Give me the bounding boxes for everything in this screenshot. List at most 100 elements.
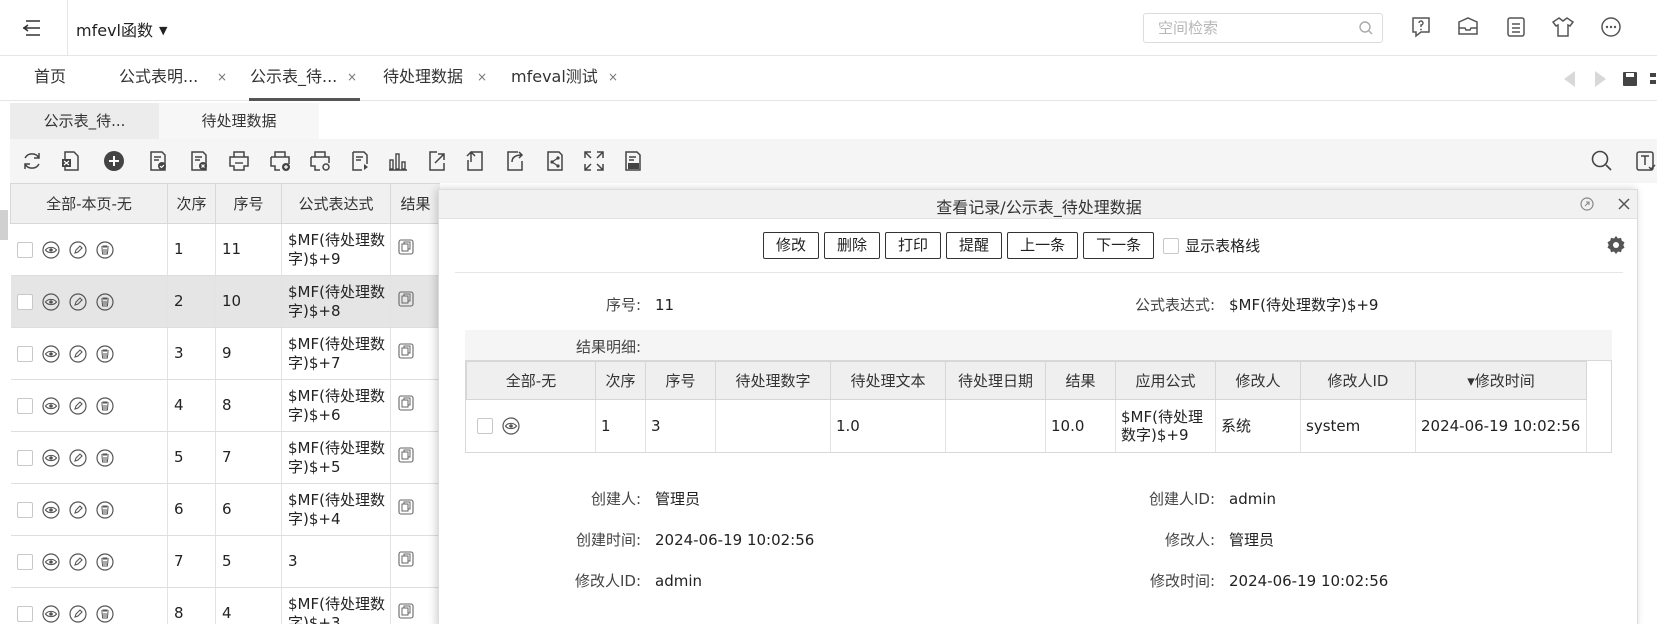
column-header-result[interactable]: 结果 (390, 183, 440, 224)
fullscreen-icon[interactable] (582, 149, 606, 173)
view-icon[interactable] (41, 396, 60, 415)
column-header-pending-number[interactable]: 待处理数字 (715, 361, 831, 400)
row-checkbox[interactable] (16, 345, 33, 362)
row-checkbox[interactable] (16, 293, 33, 310)
delete-icon[interactable] (95, 500, 114, 519)
column-header-formula[interactable]: 公式表达式 (281, 183, 391, 224)
view-icon[interactable] (41, 240, 60, 259)
view-icon[interactable] (41, 344, 60, 363)
column-header-order[interactable]: 次序 (595, 361, 646, 400)
copy-icon[interactable] (397, 602, 415, 620)
print-add-icon[interactable] (268, 149, 292, 173)
view-icon[interactable] (501, 417, 520, 435)
column-header-applied-formula[interactable]: 应用公式 (1115, 361, 1216, 400)
delete-icon[interactable] (95, 448, 114, 467)
subtab-formula-pending[interactable]: 公示表_待... (10, 103, 159, 139)
api-icon[interactable] (621, 149, 645, 173)
copy-icon[interactable] (397, 238, 415, 256)
column-header-result[interactable]: 结果 (1045, 361, 1116, 400)
tab-pending-data[interactable]: 待处理数据 × (383, 56, 493, 101)
row-checkbox[interactable] (16, 397, 33, 414)
chart-icon[interactable] (386, 149, 410, 173)
edit-icon[interactable] (68, 240, 87, 259)
search-icon[interactable] (1358, 20, 1374, 36)
table-row[interactable]: 1 3 1.0 10.0 $MF(待处理数字)$+9 系统 system 2024-06-19… (466, 399, 1587, 452)
notes-icon[interactable] (1503, 14, 1529, 40)
maximize-icon[interactable] (1579, 196, 1595, 212)
delete-icon[interactable] (95, 344, 114, 363)
column-header-pending-text[interactable]: 待处理文本 (830, 361, 946, 400)
close-icon[interactable]: × (347, 56, 357, 98)
copy-icon[interactable] (397, 394, 415, 412)
column-header-modifier-id[interactable]: 修改人ID (1300, 361, 1416, 400)
undo-doc-icon[interactable] (463, 149, 487, 173)
menu-collapse-icon[interactable] (20, 16, 44, 40)
view-icon[interactable] (41, 500, 60, 519)
tab-formula-table[interactable]: 公式表明... × (119, 56, 229, 101)
table-row[interactable]: 6 6 $MF(待处理数字)$+4 (10, 483, 440, 536)
table-row[interactable]: 4 8 $MF(待处理数字)$+6 (10, 379, 440, 432)
gear-icon[interactable] (1605, 234, 1627, 256)
delete-icon[interactable] (95, 396, 114, 415)
row-checkbox[interactable] (16, 449, 33, 466)
approve-doc-icon[interactable] (146, 149, 170, 173)
delete-icon[interactable] (95, 292, 114, 311)
select-all-header[interactable]: 全部-无 (466, 361, 596, 400)
print-settings-icon[interactable] (308, 149, 332, 173)
column-header-modified-time[interactable]: ▾修改时间 (1415, 361, 1587, 400)
column-header-pending-date[interactable]: 待处理日期 (945, 361, 1046, 400)
checkbox[interactable] (1163, 237, 1180, 254)
edit-button[interactable]: 修改 (763, 232, 820, 259)
copy-icon[interactable] (397, 446, 415, 464)
list-icon[interactable] (1648, 69, 1657, 89)
view-icon[interactable] (41, 448, 60, 467)
subtab-pending-data[interactable]: 待处理数据 (159, 103, 319, 139)
view-icon[interactable] (41, 604, 60, 623)
more-icon[interactable] (1598, 14, 1624, 40)
doc-play-icon[interactable] (348, 149, 372, 173)
next-record-button[interactable]: 下一条 (1083, 232, 1155, 259)
print-icon[interactable] (227, 149, 251, 173)
share-icon[interactable] (543, 149, 567, 173)
row-checkbox[interactable] (16, 553, 33, 570)
table-row[interactable]: 2 10 $MF(待处理数字)$+8 (10, 275, 440, 328)
row-checkbox[interactable] (476, 417, 493, 434)
delete-icon[interactable] (95, 552, 114, 571)
tab-mfeval-test[interactable]: mfeval测试 × (511, 56, 621, 101)
copy-icon[interactable] (397, 342, 415, 360)
resize-handle[interactable] (0, 210, 8, 240)
import-icon[interactable] (425, 149, 449, 173)
close-icon[interactable]: × (477, 56, 487, 98)
copy-icon[interactable] (397, 498, 415, 516)
previous-record-button[interactable]: 上一条 (1007, 232, 1079, 259)
tab-prev-icon[interactable] (1561, 69, 1579, 89)
row-checkbox[interactable] (16, 501, 33, 518)
copy-icon[interactable] (397, 550, 415, 568)
edit-icon[interactable] (68, 292, 87, 311)
tab-formula-pending[interactable]: 公示表_待... × (249, 56, 360, 101)
table-row[interactable]: 8 4 $MF(待处理数字)$+3 (10, 587, 440, 624)
select-all-header[interactable]: 全部-本页-无 (10, 183, 168, 224)
theme-shirt-icon[interactable] (1550, 14, 1576, 40)
edit-icon[interactable] (68, 448, 87, 467)
add-icon[interactable] (102, 149, 126, 173)
show-grid-lines-toggle[interactable]: 显示表格线 (1163, 235, 1260, 256)
table-row[interactable]: 5 7 $MF(待处理数字)$+5 (10, 431, 440, 484)
close-icon[interactable] (1616, 196, 1632, 212)
app-title[interactable]: mfevl函数 ▼ (76, 17, 167, 41)
search-icon[interactable] (1590, 149, 1614, 173)
close-icon[interactable]: × (217, 56, 227, 98)
table-row[interactable]: 3 9 $MF(待处理数字)$+7 (10, 327, 440, 380)
view-icon[interactable] (41, 552, 60, 571)
delete-icon[interactable] (95, 240, 114, 259)
export-excel-icon[interactable] (59, 149, 83, 173)
help-icon[interactable] (1408, 14, 1434, 40)
column-header-seq[interactable]: 序号 (215, 183, 282, 224)
edit-icon[interactable] (68, 604, 87, 623)
edit-icon[interactable] (68, 552, 87, 571)
column-header-modifier[interactable]: 修改人 (1215, 361, 1301, 400)
tab-next-icon[interactable] (1591, 69, 1609, 89)
row-checkbox[interactable] (16, 241, 33, 258)
column-header-seq[interactable]: 序号 (645, 361, 716, 400)
inbox-icon[interactable] (1455, 14, 1481, 40)
